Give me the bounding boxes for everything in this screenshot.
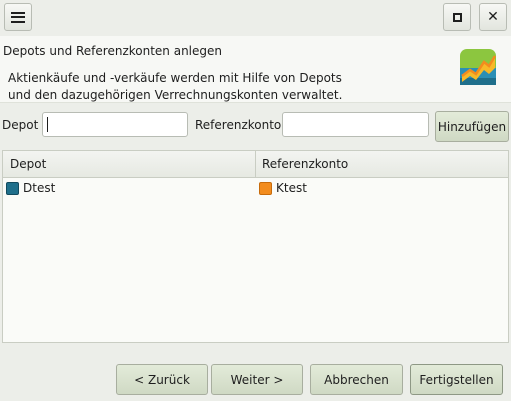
referenzkonto-name: Ktest [276,181,307,195]
referenzkonto-input[interactable] [282,112,429,137]
finish-button[interactable]: Fertigstellen [410,364,503,395]
depot-name: Dtest [23,181,56,195]
hamburger-icon [11,11,25,23]
title-bar: ✕ [0,0,511,36]
cancel-button[interactable]: Abbrechen [310,364,403,395]
table-header: Depot Referenzkonto [3,151,508,178]
depot-input[interactable] [42,112,188,137]
add-button[interactable]: Hinzufügen [435,111,509,142]
close-icon: ✕ [487,9,499,25]
description-line-2: und den dazugehörigen Verrechnungskonten… [8,88,343,102]
referenzkonto-cell: Ktest [259,181,307,195]
wizard-header: Depots und Referenzkonten anlegen Aktien… [0,36,511,103]
column-header-referenzkonto[interactable]: Referenzkonto [262,157,348,171]
depot-table[interactable]: Depot Referenzkonto Dtest Ktest [2,150,509,343]
chart-logo-icon [460,49,497,85]
maximize-icon [452,12,462,22]
referenzkonto-label: Referenzkonto [195,118,282,132]
page-description: Aktienkäufe und -verkäufe werden mit Hil… [8,70,342,104]
description-line-1: Aktienkäufe und -verkäufe werden mit Hil… [8,71,342,85]
depot-label: Depot [2,118,39,132]
maximize-button[interactable] [443,3,471,31]
text-caret [47,117,48,132]
menu-button[interactable] [4,3,32,31]
page-title: Depots und Referenzkonten anlegen [3,44,222,58]
table-row[interactable]: Dtest Ktest [3,179,508,199]
account-color-icon [259,181,272,195]
close-button[interactable]: ✕ [479,3,507,31]
column-divider[interactable] [255,151,256,178]
depot-cell: Dtest [6,181,55,195]
back-button[interactable]: < Zurück [116,364,208,395]
column-header-depot[interactable]: Depot [10,157,46,171]
next-button[interactable]: Weiter > [211,364,303,395]
depot-color-icon [6,181,19,195]
